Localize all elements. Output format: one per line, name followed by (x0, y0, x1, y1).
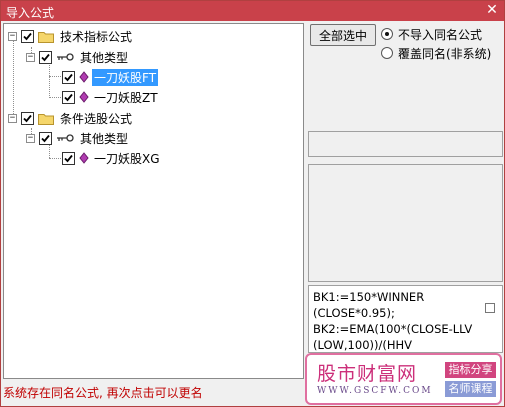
tree-node-technical-formulas[interactable]: − 技术指标公式 (8, 27, 134, 45)
key-icon (57, 53, 74, 61)
watermark-tag: 名师课程 (445, 381, 496, 397)
formula-code-box[interactable]: BK1:=150*WINNER (CLOSE*0.95); BK2:=EMA(1… (308, 285, 503, 353)
tree-line (49, 76, 61, 77)
collapse-icon[interactable]: − (8, 31, 17, 41)
key-icon (57, 134, 74, 142)
tree-node-formula-zt[interactable]: 一刀妖股ZT (62, 88, 160, 106)
tree-node-label: 一刀妖股FT (92, 68, 159, 86)
tree-node-label: 其他类型 (80, 131, 129, 146)
tree-line (49, 97, 61, 98)
tree-node-other-types[interactable]: − 其他类型 (26, 48, 130, 66)
tree-node-label: 一刀妖股XG (94, 151, 160, 166)
tree-node-label: 技术指标公式 (60, 29, 133, 44)
info-box (308, 131, 503, 157)
code-line: BK2:=EMA(100*(CLOSE-LLV (313, 322, 473, 336)
formula-tree[interactable]: − 技术指标公式 − 其他类型 一刀妖股FT 一刀妖股ZT − 条件选股公式 −… (3, 23, 304, 379)
tree-node-label: 其他类型 (80, 50, 129, 65)
code-line: (LOW,100))/(HHV (313, 338, 413, 352)
tree-node-screening-formulas[interactable]: − 条件选股公式 (8, 109, 134, 127)
select-all-button[interactable]: 全部选中 (310, 24, 376, 46)
collapse-icon[interactable]: − (8, 113, 17, 123)
checkbox[interactable] (21, 111, 34, 125)
watermark-name: 股市财富网 (317, 363, 418, 385)
radio-label: 不导入同名公式 (398, 27, 483, 42)
collapse-icon[interactable]: − (26, 133, 35, 143)
tree-node-formula-xg[interactable]: 一刀妖股XG (62, 149, 162, 167)
window-title: 导入公式 (6, 6, 55, 20)
close-icon[interactable]: ✕ (485, 2, 499, 18)
tree-node-label: 一刀妖股ZT (94, 90, 158, 105)
radio-button[interactable] (381, 28, 393, 40)
radio-label: 覆盖同名(非系统) (398, 46, 492, 61)
tree-line (13, 38, 14, 120)
tree-node-label: 条件选股公式 (60, 111, 133, 126)
tree-node-other-types-2[interactable]: − 其他类型 (26, 129, 130, 147)
code-line: BK1:=150*WINNER (313, 290, 425, 304)
code-line: (CLOSE*0.95); (313, 306, 395, 320)
collapse-icon[interactable]: − (26, 52, 35, 62)
status-message: 系统存在同名公式, 再次点击可以更名 (3, 386, 203, 400)
title-bar: 导入公式 ✕ (1, 1, 504, 21)
checkbox[interactable] (62, 90, 75, 104)
watermark-url: WWW.GSCFW.COM (317, 386, 433, 396)
tree-node-formula-ft[interactable]: 一刀妖股FT (62, 68, 159, 86)
folder-icon (38, 31, 54, 43)
watermark-tag: 指标分享 (445, 362, 496, 378)
checkbox[interactable] (21, 29, 34, 43)
radio-overwrite-duplicates[interactable]: 覆盖同名(非系统) (381, 45, 491, 61)
checkbox[interactable] (39, 50, 52, 64)
formula-icon (79, 152, 89, 164)
formula-icon (79, 71, 89, 83)
radio-button[interactable] (381, 47, 393, 59)
tree-line (49, 158, 61, 159)
checkbox[interactable] (62, 70, 75, 84)
import-formula-dialog: 导入公式 ✕ − 技术指标公式 − 其他类型 一刀妖股FT 一刀妖股ZT − 条… (0, 0, 505, 407)
folder-icon (38, 113, 54, 125)
checkbox[interactable] (39, 131, 52, 145)
checkbox[interactable] (62, 151, 75, 165)
watermark-logo: 股市财富网 WWW.GSCFW.COM 指标分享 名师课程 (305, 353, 502, 405)
formula-icon (79, 91, 89, 103)
code-box-toggle[interactable] (485, 303, 495, 313)
preview-box (308, 164, 503, 282)
radio-skip-duplicates[interactable]: 不导入同名公式 (381, 26, 482, 42)
